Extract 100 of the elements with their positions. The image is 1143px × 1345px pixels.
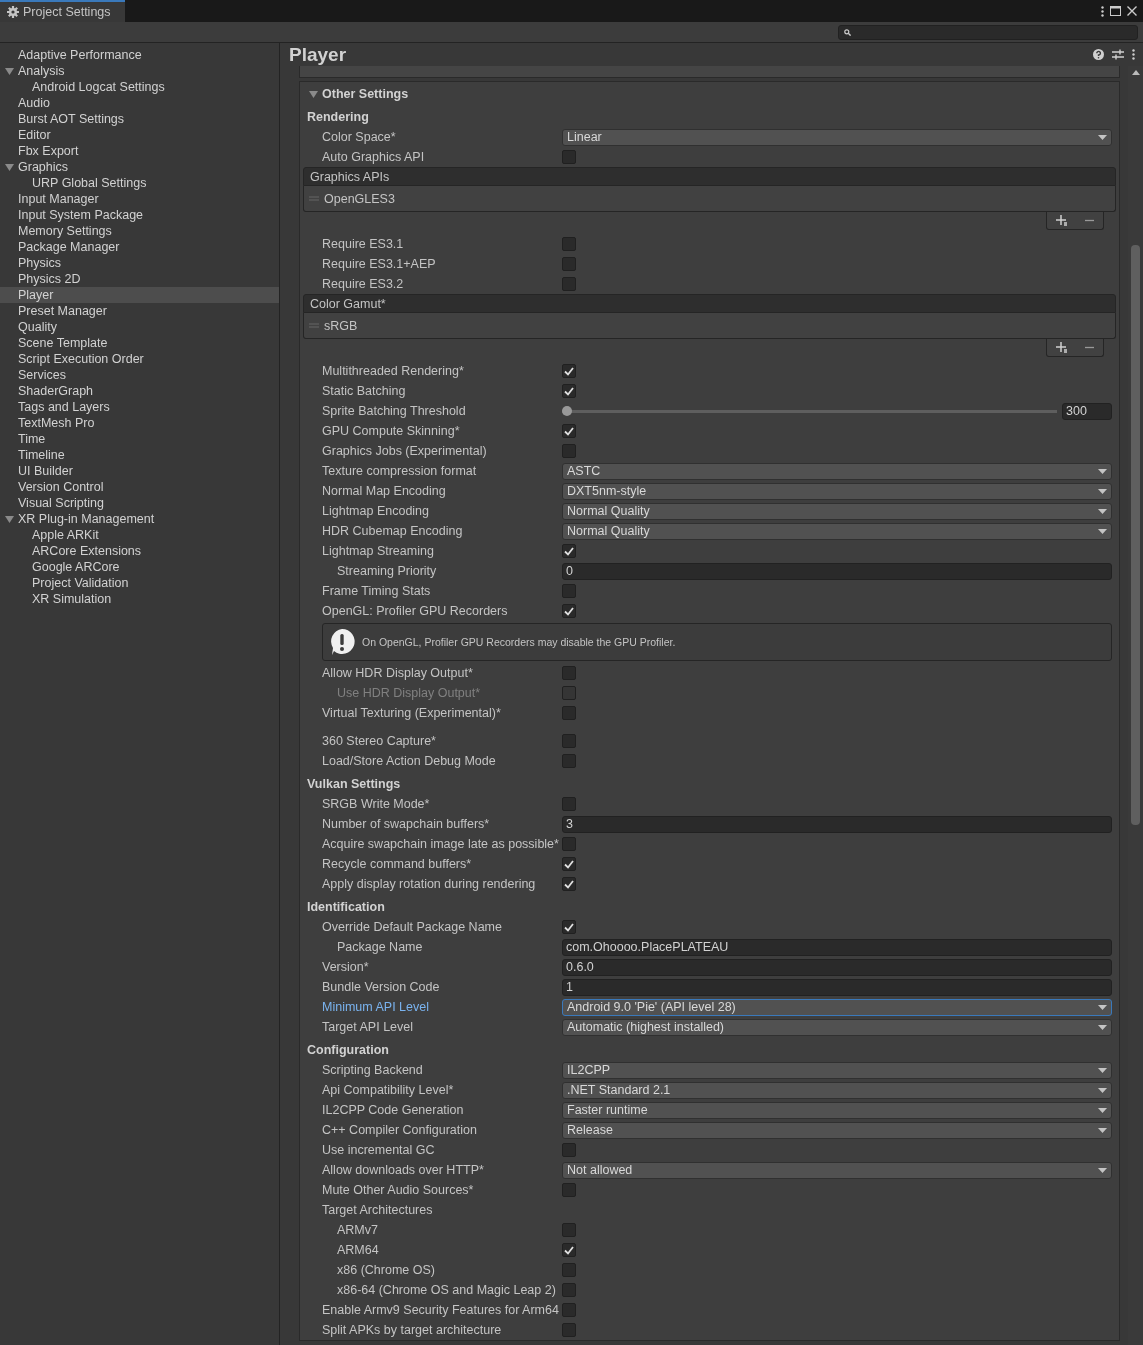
window-tab[interactable]: Project Settings [0, 0, 125, 22]
checkbox[interactable] [562, 1263, 576, 1277]
checkbox[interactable] [562, 706, 576, 720]
checkbox[interactable] [562, 734, 576, 748]
checkbox[interactable] [562, 584, 576, 598]
checkbox[interactable] [562, 1243, 576, 1257]
text-field[interactable]: 0 [562, 562, 1112, 580]
sidebar-item[interactable]: Adaptive Performance [0, 47, 279, 63]
sidebar-item[interactable]: XR Simulation [0, 591, 279, 607]
sidebar-item[interactable]: Visual Scripting [0, 495, 279, 511]
checkbox[interactable] [562, 837, 576, 851]
sidebar-item[interactable]: Version Control [0, 479, 279, 495]
add-button[interactable] [1056, 215, 1067, 226]
more-options-icon[interactable] [1132, 49, 1135, 60]
checkbox[interactable] [562, 150, 576, 164]
dropdown[interactable]: Automatic (highest installed) [562, 1018, 1112, 1036]
sidebar-item[interactable]: XR Plug-in Management [0, 511, 279, 527]
add-button[interactable] [1056, 342, 1067, 353]
checkbox[interactable] [562, 1283, 576, 1297]
text-field[interactable]: com.Ohoooo.PlacePLATEAU [562, 938, 1112, 956]
sidebar-item[interactable]: URP Global Settings [0, 175, 279, 191]
help-icon[interactable] [1093, 49, 1104, 60]
dropdown[interactable]: DXT5nm-style [562, 482, 1112, 500]
foldout-header[interactable]: Other Settings [307, 84, 1112, 104]
checkbox[interactable] [562, 1143, 576, 1157]
dropdown[interactable]: ASTC [562, 462, 1112, 480]
foldout-arrow-icon[interactable] [309, 89, 318, 99]
tree-arrow-icon[interactable] [5, 162, 14, 172]
sidebar-item[interactable]: Tags and Layers [0, 399, 279, 415]
sliders-icon[interactable] [1112, 49, 1124, 60]
sidebar-item[interactable]: Time [0, 431, 279, 447]
list-item[interactable]: OpenGLES3 [324, 191, 395, 206]
sidebar-item[interactable]: Android Logcat Settings [0, 79, 279, 95]
checkbox[interactable] [562, 1323, 576, 1337]
checkbox[interactable] [562, 384, 576, 398]
sidebar-item[interactable]: Input System Package [0, 207, 279, 223]
checkbox[interactable] [562, 604, 576, 618]
slider-value-field[interactable]: 300 [1062, 402, 1112, 420]
checkbox[interactable] [562, 424, 576, 438]
list-item[interactable]: sRGB [324, 318, 358, 333]
dropdown[interactable]: Normal Quality [562, 522, 1112, 540]
sidebar-item[interactable]: Memory Settings [0, 223, 279, 239]
sidebar-item[interactable]: Burst AOT Settings [0, 111, 279, 127]
checkbox[interactable] [562, 797, 576, 811]
checkbox[interactable] [562, 1223, 576, 1237]
remove-button[interactable] [1085, 346, 1094, 349]
slider-thumb[interactable] [562, 406, 572, 416]
sidebar-item[interactable]: Scene Template [0, 335, 279, 351]
scroll-up-icon[interactable] [1131, 70, 1140, 75]
checkbox[interactable] [562, 754, 576, 768]
sidebar-item[interactable]: ShaderGraph [0, 383, 279, 399]
sidebar-item[interactable]: Apple ARKit [0, 527, 279, 543]
checkbox[interactable] [562, 277, 576, 291]
sidebar-item[interactable]: Graphics [0, 159, 279, 175]
checkbox[interactable] [562, 666, 576, 680]
sidebar-item[interactable]: Services [0, 367, 279, 383]
sidebar-item[interactable]: Quality [0, 319, 279, 335]
text-field[interactable]: 3 [562, 815, 1112, 833]
scroll-thumb[interactable] [1131, 245, 1140, 825]
checkbox[interactable] [562, 877, 576, 891]
dropdown[interactable]: Not allowed [562, 1161, 1112, 1179]
close-icon[interactable] [1127, 6, 1137, 16]
maximize-icon[interactable] [1110, 6, 1121, 16]
sidebar-item[interactable]: Physics 2D [0, 271, 279, 287]
remove-button[interactable] [1085, 219, 1094, 222]
sidebar-item[interactable]: Script Execution Order [0, 351, 279, 367]
tree-arrow-icon[interactable] [5, 514, 14, 524]
checkbox[interactable] [562, 1183, 576, 1197]
sidebar-item[interactable]: Package Manager [0, 239, 279, 255]
sidebar-item[interactable]: Google ARCore [0, 559, 279, 575]
checkbox[interactable] [562, 857, 576, 871]
dropdown[interactable]: IL2CPP [562, 1061, 1112, 1079]
checkbox[interactable] [562, 237, 576, 251]
sidebar-item[interactable]: TextMesh Pro [0, 415, 279, 431]
sidebar-item[interactable]: Fbx Export [0, 143, 279, 159]
checkbox[interactable] [562, 920, 576, 934]
tree-arrow-icon[interactable] [5, 66, 14, 76]
sidebar-item[interactable]: Physics [0, 255, 279, 271]
sidebar-item[interactable]: Audio [0, 95, 279, 111]
text-field[interactable]: 0.6.0 [562, 958, 1112, 976]
sidebar-item[interactable]: Timeline [0, 447, 279, 463]
sidebar-item[interactable]: Preset Manager [0, 303, 279, 319]
sidebar-item[interactable]: UI Builder [0, 463, 279, 479]
sidebar-item[interactable]: Player [0, 287, 279, 303]
checkbox[interactable] [562, 257, 576, 271]
sidebar-item[interactable]: Input Manager [0, 191, 279, 207]
sidebar-item[interactable]: Editor [0, 127, 279, 143]
dropdown[interactable]: Release [562, 1121, 1112, 1139]
dropdown[interactable]: Normal Quality [562, 502, 1112, 520]
dropdown[interactable]: .NET Standard 2.1 [562, 1081, 1112, 1099]
dropdown[interactable]: Linear [562, 128, 1112, 146]
more-options-icon[interactable] [1101, 5, 1104, 17]
checkbox[interactable] [562, 444, 576, 458]
search-field[interactable] [838, 24, 1138, 40]
sidebar-item[interactable]: Project Validation [0, 575, 279, 591]
dropdown[interactable]: Android 9.0 'Pie' (API level 28) [562, 998, 1112, 1016]
checkbox[interactable] [562, 544, 576, 558]
checkbox[interactable] [562, 1303, 576, 1317]
text-field[interactable]: 1 [562, 978, 1112, 996]
dropdown[interactable]: Faster runtime [562, 1101, 1112, 1119]
